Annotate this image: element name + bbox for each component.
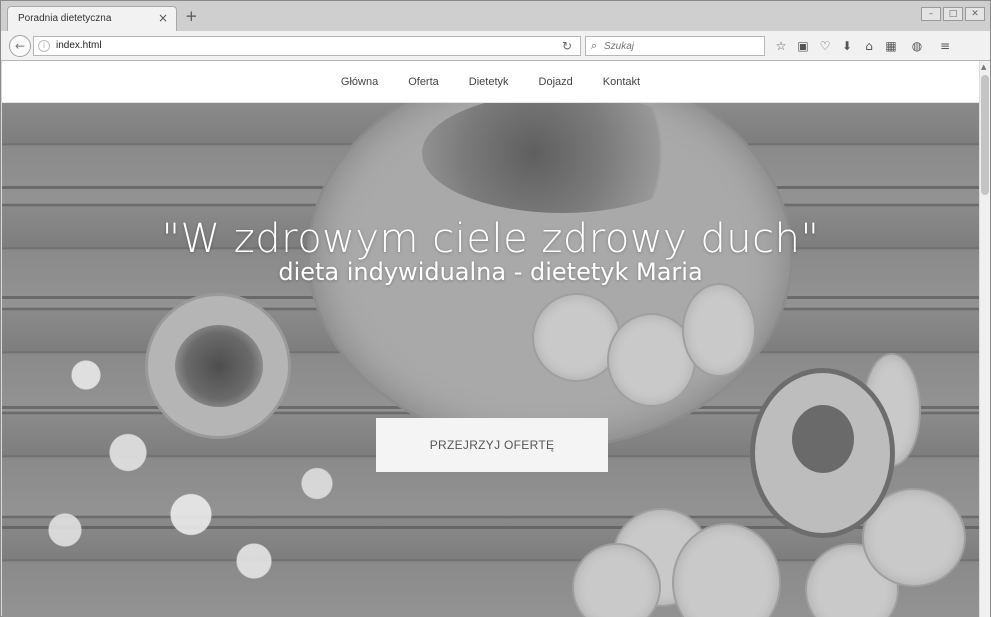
nav-link-oferta[interactable]: Oferta bbox=[408, 76, 439, 88]
scroll-up-icon[interactable]: ▲ bbox=[981, 63, 986, 71]
back-button[interactable]: ← bbox=[9, 35, 31, 57]
home-icon[interactable]: ⌂ bbox=[861, 38, 877, 54]
browser-toolbar: ← i index.html ↻ ⌕ ☆ ▣ ♡ ⬇ ⌂ ▦ ◍ ≡ bbox=[1, 31, 990, 61]
minimize-button[interactable]: – bbox=[921, 7, 941, 21]
info-icon[interactable]: i bbox=[38, 40, 50, 52]
back-arrow-icon: ← bbox=[14, 39, 26, 53]
menu-icon[interactable]: ≡ bbox=[937, 38, 953, 54]
maximize-button[interactable]: □ bbox=[943, 7, 963, 21]
url-text[interactable]: index.html bbox=[56, 40, 102, 51]
pocket-icon[interactable]: ♡ bbox=[817, 38, 833, 54]
page-scrollbar[interactable]: ▲ bbox=[979, 61, 990, 617]
site-navigation: Główna Oferta Dietetyk Dojazd Kontakt bbox=[2, 61, 979, 103]
address-bar[interactable]: i index.html ↻ bbox=[33, 36, 581, 56]
nav-menu: Główna Oferta Dietetyk Dojazd Kontakt bbox=[341, 76, 640, 88]
blossom-flowers-image bbox=[2, 313, 422, 617]
scroll-thumb[interactable] bbox=[981, 75, 989, 195]
hero-title: "W zdrowym ciele zdrowy duch" bbox=[161, 216, 820, 262]
page-viewport: Główna Oferta Dietetyk Dojazd Kontakt "W… bbox=[2, 61, 979, 617]
tab-close-icon[interactable]: × bbox=[158, 12, 168, 24]
reload-icon[interactable]: ↻ bbox=[562, 39, 572, 53]
tab-strip: Poradnia dietetyczna × + – □ ✕ bbox=[1, 1, 990, 31]
radish-slice-image bbox=[682, 283, 756, 377]
search-input[interactable] bbox=[604, 39, 754, 53]
download-icon[interactable]: ⬇ bbox=[839, 38, 855, 54]
star-icon[interactable]: ☆ bbox=[773, 38, 789, 54]
addon-icon[interactable]: ◍ bbox=[909, 38, 925, 54]
avocado-pit-image bbox=[792, 405, 854, 473]
nav-link-kontakt[interactable]: Kontakt bbox=[603, 76, 640, 88]
new-tab-icon[interactable]: + bbox=[185, 9, 198, 24]
close-window-button[interactable]: ✕ bbox=[965, 7, 985, 21]
browser-window: Poradnia dietetyczna × + – □ ✕ ← i index… bbox=[0, 0, 991, 617]
library-icon[interactable]: ▣ bbox=[795, 38, 811, 54]
hero-subtitle: dieta indywidualna - dietetyk Maria bbox=[278, 258, 703, 286]
nav-link-glowna[interactable]: Główna bbox=[341, 76, 378, 88]
browser-tab[interactable]: Poradnia dietetyczna × bbox=[7, 6, 177, 31]
view-offer-button[interactable]: PRZEJRZYJ OFERTĘ bbox=[376, 418, 608, 472]
search-bar[interactable]: ⌕ bbox=[585, 36, 765, 56]
nav-link-dietetyk[interactable]: Dietetyk bbox=[469, 76, 509, 88]
tab-title: Poradnia dietetyczna bbox=[18, 13, 112, 24]
hero-section: "W zdrowym ciele zdrowy duch" dieta indy… bbox=[2, 103, 979, 617]
extension-icon[interactable]: ▦ bbox=[883, 38, 899, 54]
nav-link-dojazd[interactable]: Dojazd bbox=[539, 76, 573, 88]
search-icon: ⌕ bbox=[591, 39, 598, 52]
